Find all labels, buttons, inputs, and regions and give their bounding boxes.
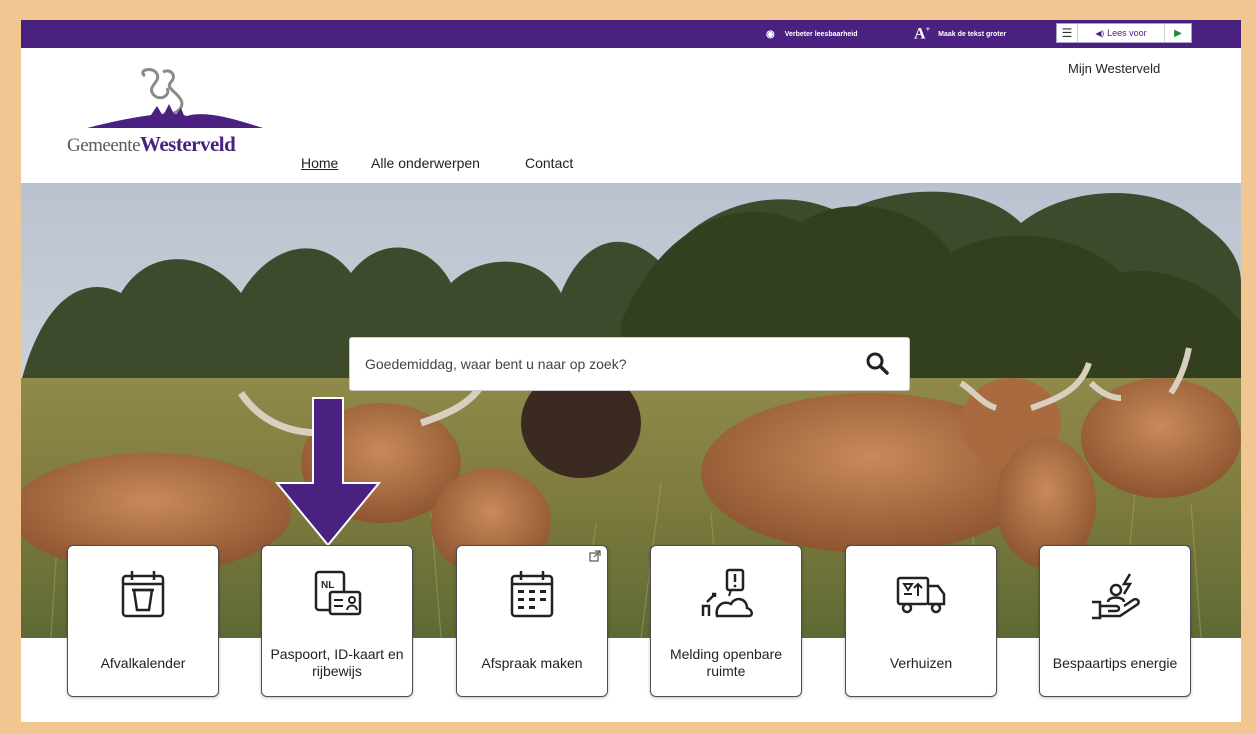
nav-contact[interactable]: Contact: [525, 155, 573, 171]
tile-label: Afspraak maken: [481, 654, 583, 671]
search-bar: [349, 337, 910, 391]
tile-label: Afvalkalender: [100, 654, 186, 671]
text-size-link[interactable]: A+ Maak de tekst groter: [914, 20, 1006, 48]
read-aloud-widget: ☰ ◀) Lees voor ▶: [1056, 23, 1192, 43]
external-link-icon: [589, 550, 601, 562]
my-westerveld-link[interactable]: Mijn Westerveld: [1068, 61, 1160, 76]
calendar-icon: [510, 571, 554, 618]
nav-all-topics[interactable]: Alle onderwerpen: [371, 155, 480, 171]
play-icon[interactable]: ▶: [1165, 24, 1191, 42]
logo-mark-icon: [87, 68, 263, 128]
font-size-icon: A+: [914, 24, 931, 43]
tile-afvalkalender[interactable]: Afvalkalender: [67, 545, 219, 697]
eye-icon: ◉: [766, 28, 775, 40]
tile-label: Melding openbare ruimte: [669, 646, 783, 679]
moving-truck-icon: [896, 576, 946, 614]
id-card-icon: NL: [314, 570, 362, 616]
tile-afspraak[interactable]: Afspraak maken: [456, 545, 608, 697]
municipality-logo[interactable]: GemeenteWesterveld: [67, 66, 267, 156]
browser-viewport: ◉ Verbeter leesbaarheid A+ Maak de tekst…: [21, 20, 1241, 722]
site-header: GemeenteWesterveld Home Alle onderwerpen…: [21, 48, 1241, 183]
tile-label: Verhuizen: [889, 654, 953, 671]
tile-label: Paspoort, ID-kaart en rijbewijs: [270, 646, 404, 679]
readability-link[interactable]: ◉ Verbeter leesbaarheid: [766, 20, 858, 48]
id-badge-text: NL: [321, 580, 334, 591]
tile-paspoort[interactable]: NL Paspoort, ID-kaart en rijbewijs: [261, 545, 413, 697]
read-aloud-button[interactable]: ◀) Lees voor: [1078, 24, 1165, 42]
menu-icon[interactable]: ☰: [1057, 24, 1078, 42]
tile-label: Bespaartips energie: [1052, 654, 1178, 671]
public-space-report-icon: [701, 568, 753, 618]
search-input[interactable]: [350, 338, 845, 390]
search-icon[interactable]: [865, 351, 891, 377]
energy-saving-icon: [1092, 573, 1140, 620]
logo-wordmark: GemeenteWesterveld: [67, 132, 236, 156]
tile-bespaartips[interactable]: Bespaartips energie: [1039, 545, 1191, 697]
tile-verhuizen[interactable]: Verhuizen: [845, 545, 997, 697]
tile-melding[interactable]: Melding openbare ruimte: [650, 545, 802, 697]
utility-bar: ◉ Verbeter leesbaarheid A+ Maak de tekst…: [21, 20, 1241, 48]
nav-home[interactable]: Home: [301, 155, 338, 171]
speaker-icon: ◀): [1095, 28, 1105, 38]
waste-calendar-icon: [121, 571, 165, 618]
